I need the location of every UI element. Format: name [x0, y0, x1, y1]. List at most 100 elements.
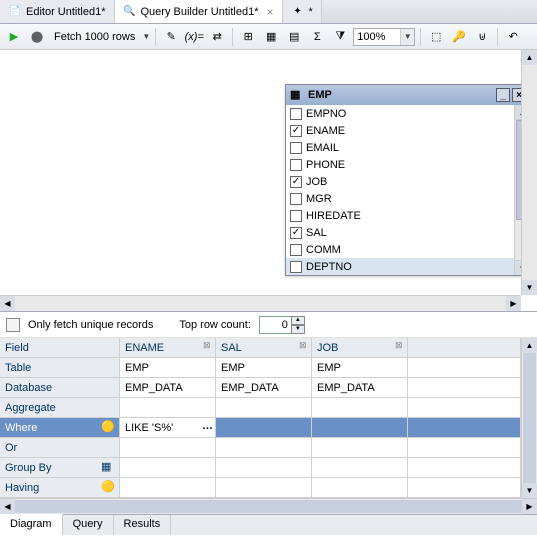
- checkbox[interactable]: [290, 261, 302, 273]
- column-list-item[interactable]: EMAIL: [286, 139, 514, 156]
- tab-editor[interactable]: 📄 Editor Untitled1*: [0, 0, 115, 23]
- scroll-thumb[interactable]: [523, 353, 536, 483]
- where-cell[interactable]: [216, 418, 312, 438]
- grid-cell[interactable]: EMP: [120, 358, 216, 378]
- close-icon[interactable]: ×: [267, 5, 274, 19]
- grid-cell[interactable]: [312, 438, 408, 458]
- scroll-up-icon[interactable]: ▲: [522, 338, 537, 353]
- grid-cell[interactable]: [120, 478, 216, 498]
- top-row-spinbox[interactable]: ▲ ▼: [259, 316, 305, 334]
- remove-column-icon[interactable]: ⊠: [299, 340, 309, 350]
- grid-cell[interactable]: EMP_DATA: [312, 378, 408, 398]
- unique-records-checkbox[interactable]: [6, 318, 20, 332]
- zoom-combo[interactable]: ▼: [353, 28, 415, 46]
- dropdown-icon[interactable]: ▼: [142, 32, 150, 41]
- table-window-titlebar[interactable]: ▦ EMP _ ×: [286, 85, 530, 105]
- chevron-down-icon[interactable]: ▼: [400, 29, 414, 45]
- canvas-scrollbar-horizontal[interactable]: ◀ ▶: [0, 295, 521, 311]
- scroll-left-icon[interactable]: ◀: [0, 296, 15, 311]
- checkbox[interactable]: ✓: [290, 125, 302, 137]
- tab-results[interactable]: Results: [114, 515, 172, 535]
- col-header[interactable]: SAL⊠: [216, 338, 312, 358]
- col-header[interactable]: JOB⊠: [312, 338, 408, 358]
- checkbox[interactable]: [290, 244, 302, 256]
- column-list-item[interactable]: ✓ENAME: [286, 122, 514, 139]
- grid-cell[interactable]: EMP_DATA: [216, 378, 312, 398]
- grid-icon[interactable]: ▤: [284, 27, 304, 47]
- scroll-left-icon[interactable]: ◀: [0, 499, 15, 514]
- column-list-item[interactable]: ✓JOB: [286, 173, 514, 190]
- col-header[interactable]: ENAME⊠: [120, 338, 216, 358]
- slider-icon[interactable]: ⇄: [207, 27, 227, 47]
- checkbox[interactable]: [290, 159, 302, 171]
- grid-cell[interactable]: [312, 398, 408, 418]
- top-row-input[interactable]: [259, 316, 291, 334]
- checkbox[interactable]: ✓: [290, 227, 302, 239]
- tab-query-builder[interactable]: 🔍 Query Builder Untitled1* ×: [115, 0, 283, 23]
- grid-cell[interactable]: [312, 458, 408, 478]
- checkbox[interactable]: ✓: [290, 176, 302, 188]
- column-list-item[interactable]: COMM: [286, 241, 514, 258]
- column-list-item[interactable]: EMPNO: [286, 105, 514, 122]
- grid-scrollbar-vertical[interactable]: ▲ ▼: [521, 338, 537, 498]
- grid-cell[interactable]: [120, 458, 216, 478]
- scroll-down-icon[interactable]: ▼: [522, 280, 537, 295]
- grid-cell[interactable]: [408, 458, 521, 478]
- minimize-icon[interactable]: _: [496, 88, 510, 102]
- filter-icon[interactable]: ⧩: [330, 27, 350, 47]
- add-column-icon[interactable]: ▦: [261, 27, 281, 47]
- union-icon[interactable]: ⊎: [472, 27, 492, 47]
- layout-icon[interactable]: ⬚: [426, 27, 446, 47]
- where-cell[interactable]: LIKE 'S%'…: [120, 418, 216, 438]
- checkbox[interactable]: [290, 108, 302, 120]
- spin-up-icon[interactable]: ▲: [291, 316, 305, 325]
- where-cell[interactable]: [312, 418, 408, 438]
- column-list-item[interactable]: PHONE: [286, 156, 514, 173]
- diagram-canvas[interactable]: ▦ EMP _ × EMPNO✓ENAMEEMAILPHONE✓JOBMGRHI…: [0, 50, 537, 312]
- add-table-icon[interactable]: ⊞: [238, 27, 258, 47]
- remove-column-icon[interactable]: ⊠: [395, 340, 405, 350]
- grid-cell[interactable]: [408, 438, 521, 458]
- table-window-emp[interactable]: ▦ EMP _ × EMPNO✓ENAMEEMAILPHONE✓JOBMGRHI…: [285, 84, 531, 276]
- col-header-empty[interactable]: [408, 338, 521, 358]
- scroll-right-icon[interactable]: ▶: [522, 499, 537, 514]
- checkbox[interactable]: [290, 210, 302, 222]
- grid-cell[interactable]: [408, 398, 521, 418]
- tab-star[interactable]: ✦ *: [283, 0, 322, 23]
- brush-icon[interactable]: ✎: [161, 27, 181, 47]
- where-cell[interactable]: [408, 418, 521, 438]
- undo-icon[interactable]: ↶: [503, 27, 523, 47]
- keys-icon[interactable]: 🔑: [449, 27, 469, 47]
- column-list[interactable]: EMPNO✓ENAMEEMAILPHONE✓JOBMGRHIREDATE✓SAL…: [286, 105, 514, 275]
- grid-cell[interactable]: [120, 438, 216, 458]
- spin-down-icon[interactable]: ▼: [291, 325, 305, 334]
- sigma-icon[interactable]: Σ: [307, 27, 327, 47]
- tab-query[interactable]: Query: [63, 515, 114, 535]
- zoom-input[interactable]: [354, 30, 400, 44]
- grid-cell[interactable]: [408, 358, 521, 378]
- stop-button[interactable]: ⬤: [27, 27, 47, 47]
- grid-cell[interactable]: [216, 398, 312, 418]
- column-list-item[interactable]: DEPTNO: [286, 258, 514, 275]
- column-list-item[interactable]: HIREDATE: [286, 207, 514, 224]
- canvas-scrollbar-vertical[interactable]: ▲ ▼: [521, 50, 537, 295]
- tab-diagram[interactable]: Diagram: [0, 514, 63, 535]
- scroll-right-icon[interactable]: ▶: [506, 296, 521, 311]
- scroll-up-icon[interactable]: ▲: [522, 50, 537, 65]
- grid-cell[interactable]: EMP_DATA: [120, 378, 216, 398]
- grid-cell[interactable]: [120, 398, 216, 418]
- remove-column-icon[interactable]: ⊠: [203, 340, 213, 350]
- checkbox[interactable]: [290, 193, 302, 205]
- run-button[interactable]: ▶: [4, 27, 24, 47]
- grid-cell[interactable]: EMP: [216, 358, 312, 378]
- column-list-item[interactable]: MGR: [286, 190, 514, 207]
- ellipsis-icon[interactable]: …: [202, 420, 212, 432]
- grid-cell[interactable]: EMP: [312, 358, 408, 378]
- scroll-down-icon[interactable]: ▼: [522, 483, 537, 498]
- checkbox[interactable]: [290, 142, 302, 154]
- grid-cell[interactable]: [216, 478, 312, 498]
- grid-cell[interactable]: [216, 458, 312, 478]
- variable-icon[interactable]: (x)=: [184, 27, 204, 47]
- grid-cell[interactable]: [216, 438, 312, 458]
- grid-cell[interactable]: [312, 478, 408, 498]
